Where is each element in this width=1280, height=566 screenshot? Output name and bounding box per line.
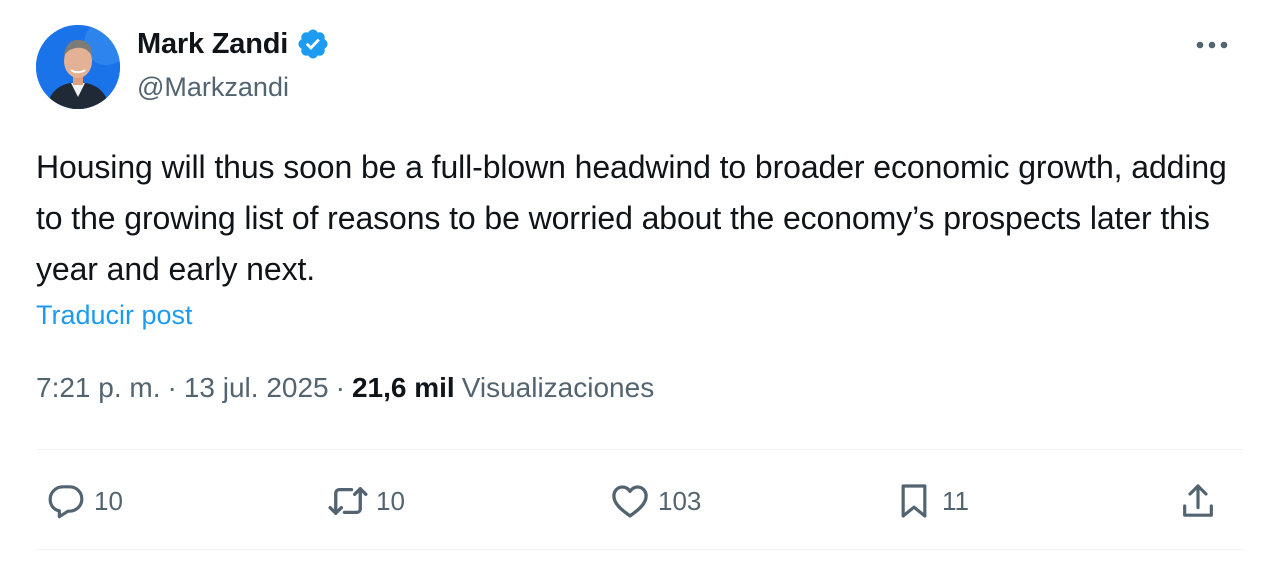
author-name[interactable]: Mark Zandi [137, 28, 288, 61]
divider [36, 549, 1244, 550]
repost-icon [326, 479, 370, 523]
avatar[interactable] [36, 25, 120, 109]
reply-count: 10 [94, 485, 123, 516]
more-horizontal-icon [1196, 41, 1228, 49]
post-metadata: 7:21 p. m. · 13 jul. 2025 · 21,6 mil Vis… [36, 372, 654, 404]
views-count: 21,6 mil [351, 372, 455, 403]
meta-separator: · [167, 372, 177, 403]
meta-separator: · [335, 372, 345, 403]
share-icon [1176, 479, 1220, 523]
bookmark-button[interactable]: 11 [892, 479, 969, 523]
reply-icon [44, 479, 88, 523]
divider [36, 449, 1244, 450]
views-label: Visualizaciones [461, 372, 655, 403]
post-date[interactable]: 13 jul. 2025 [184, 372, 329, 404]
author-handle[interactable]: @Markzandi [137, 72, 289, 103]
repost-button[interactable]: 10 [326, 479, 405, 523]
like-button[interactable]: 103 [608, 479, 701, 523]
post-text: Housing will thus soon be a full-blown h… [36, 149, 1227, 287]
reply-button[interactable]: 10 [44, 479, 123, 523]
bookmark-count: 11 [942, 485, 969, 516]
bookmark-icon [892, 479, 936, 523]
more-options-button[interactable] [1192, 30, 1232, 60]
heart-icon [608, 479, 652, 523]
share-button[interactable] [1176, 479, 1220, 523]
author-name-row[interactable]: Mark Zandi [137, 27, 330, 61]
verified-badge-icon[interactable] [296, 27, 330, 61]
post-time[interactable]: 7:21 p. m. [36, 372, 161, 404]
translate-post-link[interactable]: Traducir post [36, 300, 193, 331]
like-count: 103 [658, 485, 702, 516]
repost-count: 10 [376, 485, 405, 516]
